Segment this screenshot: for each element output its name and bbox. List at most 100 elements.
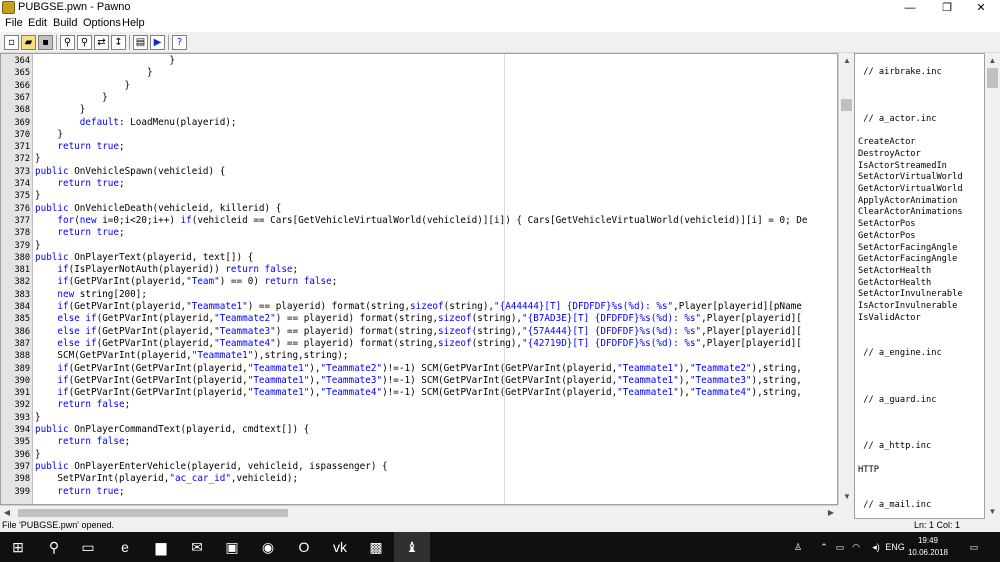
function-item[interactable]: SetActorFacingAngle — [858, 243, 957, 255]
save-file-icon[interactable]: ▪ — [38, 35, 53, 50]
function-item[interactable]: SetActorPos — [858, 219, 916, 231]
mail-icon[interactable]: ✉ — [179, 532, 215, 562]
editor-vertical-scrollbar[interactable]: ▲ ▼ — [838, 53, 854, 505]
code-line[interactable]: } — [35, 412, 837, 424]
function-item[interactable]: DestroyActor — [858, 149, 921, 161]
new-file-icon[interactable]: ▫ — [4, 35, 19, 50]
code-line[interactable]: public OnPlayerEnterVehicle(playerid, ve… — [35, 461, 837, 473]
code-line[interactable]: } — [35, 104, 837, 116]
network-icon[interactable]: ▭ — [833, 532, 847, 562]
pawno-app-icon[interactable]: ♝ — [394, 532, 430, 562]
code-line[interactable]: if(GetPVarInt(GetPVarInt(playerid,"Teamm… — [35, 363, 837, 375]
function-list-panel[interactable]: // airbrake.inc // a_actor.inc CreateActo… — [854, 53, 985, 519]
scroll-down-arrow-icon[interactable]: ▼ — [839, 489, 855, 505]
goto-line-icon[interactable]: ↕ — [111, 35, 126, 50]
menu-build[interactable]: Build — [53, 17, 77, 29]
function-item[interactable]: SetActorInvulnerable — [858, 289, 963, 301]
replace-icon[interactable]: ⇄ — [94, 35, 109, 50]
function-item[interactable]: CreateActor — [858, 137, 916, 149]
code-line[interactable]: } — [35, 190, 837, 202]
code-line[interactable]: return true; — [35, 178, 837, 190]
chevron-up-icon[interactable]: ⌃ — [817, 532, 831, 562]
code-line[interactable]: return true; — [35, 486, 837, 498]
volume-icon[interactable]: ◂) — [867, 532, 885, 562]
code-line[interactable]: for(new i=0;i<20;i++) if(vehicleid == Ca… — [35, 215, 837, 227]
code-line[interactable]: public OnVehicleDeath(vehicleid, killeri… — [35, 203, 837, 215]
scroll-up-arrow-icon[interactable]: ▲ — [839, 53, 855, 69]
code-line[interactable]: else if(GetPVarInt(playerid,"Teammate3")… — [35, 326, 837, 338]
include-header[interactable]: // a_guard.inc — [858, 395, 936, 407]
include-header[interactable]: // a_http.inc — [858, 441, 931, 453]
function-item[interactable]: IsActorStreamedIn — [858, 161, 947, 173]
function-item[interactable]: GetActorFacingAngle — [858, 254, 957, 266]
code-line[interactable]: } — [35, 92, 837, 104]
game-app-icon[interactable]: ▩ — [358, 532, 394, 562]
function-item[interactable]: SetActorHealth — [858, 266, 931, 278]
menu-options[interactable]: Options — [83, 17, 121, 29]
function-item[interactable]: GetActorVirtualWorld — [858, 184, 963, 196]
code-line[interactable]: public OnPlayerText(playerid, text[]) { — [35, 252, 837, 264]
close-button[interactable]: ✕ — [958, 0, 1000, 16]
code-line[interactable]: } — [35, 67, 837, 79]
code-line[interactable]: else if(GetPVarInt(playerid,"Teammate4")… — [35, 338, 837, 350]
open-file-icon[interactable]: ▰ — [21, 35, 36, 50]
vk-icon[interactable]: vk — [322, 532, 358, 562]
chrome-icon[interactable]: ◉ — [250, 532, 286, 562]
compile-icon[interactable]: ▤ — [133, 35, 148, 50]
code-line[interactable]: new string[200]; — [35, 289, 837, 301]
code-editor[interactable]: 364 365 366 367 368 369 370 371 372 373 374 375 376 3… — [0, 53, 838, 505]
code-line[interactable]: } — [35, 129, 837, 141]
code-line[interactable]: } — [35, 240, 837, 252]
code-line[interactable]: public OnPlayerCommandText(playerid, cmd… — [35, 424, 837, 436]
language-indicator[interactable]: ENG — [884, 532, 906, 562]
function-item[interactable]: SetActorVirtualWorld — [858, 172, 963, 184]
help-icon[interactable]: ? — [172, 35, 187, 50]
find-icon[interactable]: ⚲ — [60, 35, 75, 50]
code-line[interactable]: public OnVehicleSpawn(vehicleid) { — [35, 166, 837, 178]
menu-edit[interactable]: Edit — [28, 17, 47, 29]
function-item[interactable]: IsValidActor — [858, 313, 921, 325]
store-icon[interactable]: ▣ — [214, 532, 250, 562]
function-item[interactable]: GetActorPos — [858, 231, 916, 243]
scroll-up-arrow-icon[interactable]: ▲ — [985, 53, 1000, 68]
file-explorer-icon[interactable]: ▆ — [143, 532, 179, 562]
code-line[interactable]: return false; — [35, 436, 837, 448]
code-line[interactable]: } — [35, 449, 837, 461]
scrollbar-thumb[interactable] — [987, 68, 998, 88]
function-list-scrollbar[interactable]: ▲ ▼ — [985, 53, 1000, 519]
code-line[interactable]: return true; — [35, 227, 837, 239]
include-header[interactable]: // airbrake.inc — [858, 67, 941, 79]
edge-icon[interactable]: e — [107, 532, 143, 562]
code-line[interactable]: if(GetPVarInt(playerid,"Teammate1") == p… — [35, 301, 837, 313]
opera-icon[interactable]: O — [286, 532, 322, 562]
find-next-icon[interactable]: ⚲ — [77, 35, 92, 50]
code-line[interactable]: if(GetPVarInt(playerid,"Team") == 0) ret… — [35, 276, 837, 288]
scroll-down-arrow-icon[interactable]: ▼ — [985, 504, 1000, 519]
function-item[interactable]: HTTP — [858, 465, 879, 477]
menu-help[interactable]: Help — [122, 17, 145, 29]
wifi-icon[interactable]: ◠ — [849, 532, 863, 562]
code-line[interactable]: if(GetPVarInt(GetPVarInt(playerid,"Teamm… — [35, 387, 837, 399]
code-line[interactable]: } — [35, 153, 837, 165]
function-item[interactable]: IsActorInvulnerable — [858, 301, 957, 313]
function-item[interactable]: GetActorHealth — [858, 278, 931, 290]
code-line[interactable]: return false; — [35, 399, 837, 411]
code-line[interactable]: } — [35, 55, 837, 67]
code-line[interactable]: default: LoadMenu(playerid); — [35, 117, 837, 129]
include-header[interactable]: // a_mail.inc — [858, 500, 931, 512]
function-item[interactable]: ClearActorAnimations — [858, 207, 963, 219]
code-line[interactable]: if(IsPlayerNotAuth(playerid)) return fal… — [35, 264, 837, 276]
code-line[interactable]: return true; — [35, 141, 837, 153]
code-line[interactable]: SetPVarInt(playerid,"ac_car_id",vehiclei… — [35, 473, 837, 485]
task-view-icon[interactable]: ▭ — [70, 532, 106, 562]
function-item[interactable]: ApplyActorAnimation — [858, 196, 957, 208]
code-line[interactable]: else if(GetPVarInt(playerid,"Teammate2")… — [35, 313, 837, 325]
editor-horizontal-scrollbar[interactable]: ◀ ▶ — [0, 505, 838, 519]
run-icon[interactable]: ▶ — [150, 35, 165, 50]
scroll-left-arrow-icon[interactable]: ◀ — [0, 506, 14, 520]
notifications-icon[interactable]: ▭ — [966, 532, 982, 562]
clock[interactable]: 19:49 10.06.2018 — [904, 535, 952, 559]
code-line[interactable]: } — [35, 80, 837, 92]
code-line[interactable]: if(GetPVarInt(GetPVarInt(playerid,"Teamm… — [35, 375, 837, 387]
people-icon[interactable]: ♙ — [788, 532, 808, 562]
